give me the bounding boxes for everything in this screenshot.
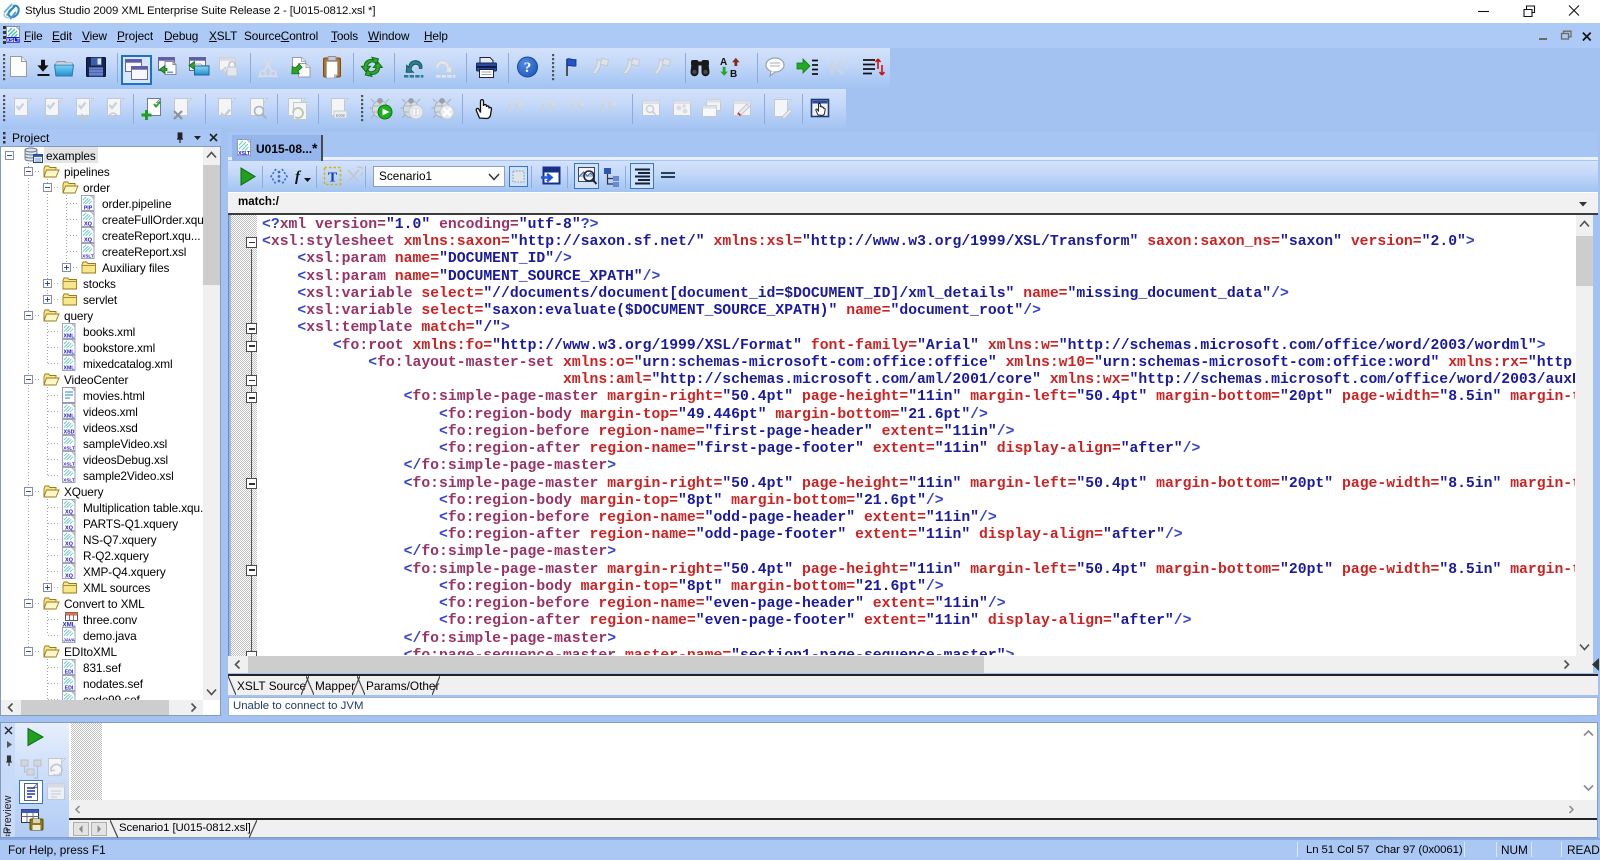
svg-text:XQ: XQ [65,574,74,579]
svg-text:XSLT: XSLT [82,254,94,259]
svg-text:T: T [328,171,338,186]
svg-text:A: A [720,57,727,68]
svg-text:XSLT: XSLT [238,151,251,157]
svg-text:f: f [295,169,302,185]
svg-text:XSLT: XSLT [63,462,75,467]
svg-text:XSLT: XSLT [63,446,75,451]
svg-text:XML: XML [64,366,76,371]
svg-text:B: B [730,69,737,80]
svg-text:exe: exe [336,113,345,119]
svg-text:XSLT: XSLT [63,478,75,483]
svg-text:JAVA: JAVA [63,638,75,643]
svg-text:?: ? [524,60,532,76]
svg-text:XSLT: XSLT [6,38,20,44]
